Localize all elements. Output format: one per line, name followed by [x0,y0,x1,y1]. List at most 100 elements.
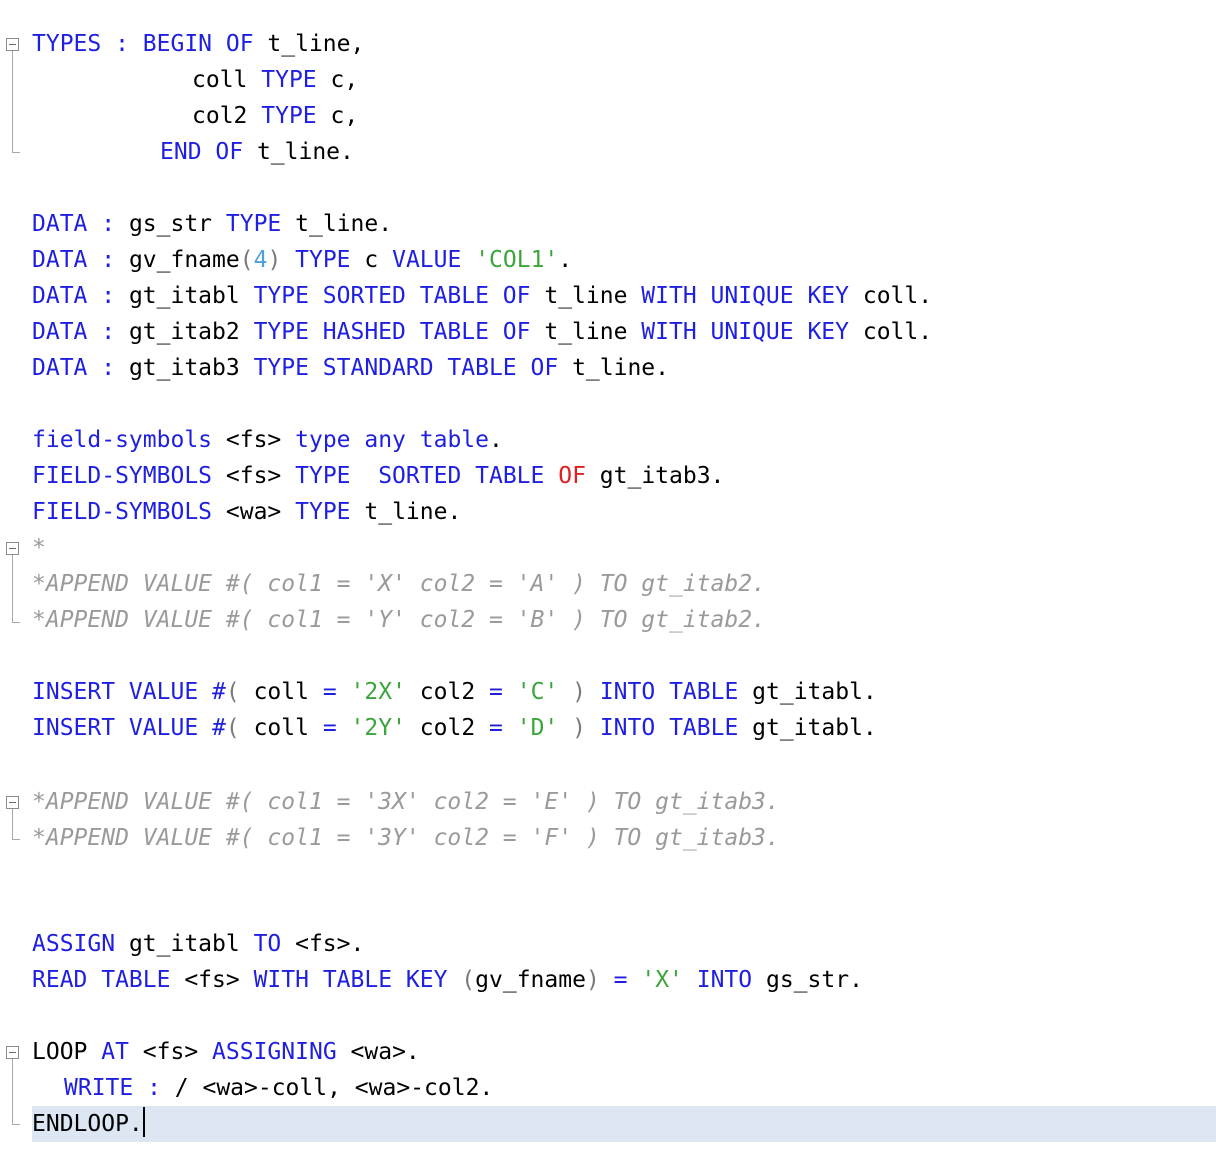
code-line: col2 TYPE c, [192,98,358,134]
fold-end-marker [12,152,20,153]
code-token: gt_itabl [128,283,254,309]
code-token: WRITE : [64,1075,175,1101]
code-token: gt_itabl. [752,679,877,705]
fold-toggle-icon[interactable] [6,542,19,555]
code-token: coll [253,679,323,705]
code-token: 'X' [641,967,697,993]
code-token: col2 [192,103,262,129]
code-token: type any table [295,427,489,453]
code-line: READ TABLE <fs> WITH TABLE KEY (gv_fname… [32,962,863,998]
code-token: VALUE [392,247,476,273]
code-token: . [558,247,573,273]
code-token: t_line. [572,355,669,381]
code-token: '2X' [350,679,420,705]
code-token: <fs>. [295,931,365,957]
code-token: = [322,715,351,741]
code-token: coll. [862,319,933,345]
code-line: WRITE : / <wa>-coll, <wa>-col2. [64,1070,493,1106]
code-token: READ TABLE [32,967,185,993]
code-token: t_line. [364,499,462,525]
code-token: TYPE HASHED TABLE OF [253,319,545,345]
current-code-line[interactable]: ENDLOOP. [32,1106,1216,1142]
code-token: AT [101,1039,143,1065]
code-token: LOOP [32,1039,102,1065]
code-line: * [32,530,46,566]
code-token: gs_str. [765,967,863,993]
fold-guide [12,51,13,152]
code-token: DATA : [32,319,129,345]
code-token: ) [585,967,614,993]
code-line: coll TYPE c, [192,62,358,98]
fold-end-marker [12,622,20,623]
code-token: TO [253,931,296,957]
code-token: gt_itab3 [128,355,254,381]
code-token: <fs> [184,967,254,993]
code-token: gv_fname [475,967,586,993]
code-line: field-symbols <fs> type any table. [32,422,503,458]
code-token: / <wa>-coll, <wa>-col2. [174,1075,494,1101]
code-line: DATA : gt_itab2 TYPE HASHED TABLE OF t_l… [32,314,932,350]
fold-toggle-icon[interactable] [6,796,19,809]
fold-toggle-icon[interactable] [6,38,19,51]
code-token: TYPE STANDARD TABLE OF [253,355,573,381]
code-token: ) [572,679,600,705]
code-token: ( [225,715,254,741]
code-token: t_line. [256,139,354,165]
code-line: *APPEND VALUE #( col1 = 'Y' col2 = 'B' )… [32,602,766,638]
code-token: DATA : [32,247,129,273]
code-token: INSERT VALUE # [32,679,226,705]
code-token: TYPE [261,67,331,93]
code-token: ) [267,247,296,273]
code-token: * [32,535,46,561]
code-token: INTO TABLE [599,715,753,741]
fold-end-marker [12,839,20,840]
code-token: coll. [862,283,933,309]
code-token: <wa>. [350,1039,420,1065]
code-token: *APPEND VALUE #( col1 = '3Y' col2 = 'F' … [32,825,780,851]
code-token: gt_itab3. [599,463,725,489]
fold-guide [12,809,13,839]
code-token: ASSIGNING [212,1039,351,1065]
code-token: gt_itab2 [128,319,254,345]
code-token: TYPE SORTED TABLE OF [253,283,545,309]
fold-guide [12,555,13,622]
code-line: FIELD-SYMBOLS <fs> TYPE SORTED TABLE OF … [32,458,724,494]
code-token: ( [239,247,254,273]
fold-guide [12,1059,13,1124]
code-line: DATA : gv_fname(4) TYPE c VALUE 'COL1'. [32,242,572,278]
code-token: END OF [160,139,257,165]
code-token: gt_itabl. [752,715,877,741]
code-token: <fs> [142,1039,213,1065]
code-token: col2 [419,715,490,741]
code-token: coll [253,715,323,741]
code-editor[interactable]: TYPES : BEGIN OF t_line, coll TYPE c, co… [0,0,1216,1150]
code-token: 'D' [516,715,573,741]
code-line: TYPES : BEGIN OF t_line, [32,26,364,62]
code-token: TYPE [225,211,296,237]
code-token: WITH UNIQUE KEY [641,283,863,309]
code-token: FIELD-SYMBOLS [32,499,226,525]
code-token: WITH UNIQUE KEY [641,319,863,345]
code-line: DATA : gt_itab3 TYPE STANDARD TABLE OF t… [32,350,669,386]
code-token: ( [225,679,254,705]
code-token: DATA : [32,355,129,381]
code-token: col2 [419,679,490,705]
code-token: DATA : [32,283,129,309]
code-token: FIELD-SYMBOLS [32,463,226,489]
code-token: field-symbols [32,427,226,453]
code-token: INTO [696,967,766,993]
code-line: *APPEND VALUE #( col1 = '3Y' col2 = 'F' … [32,820,780,856]
code-token: t_line, [267,31,365,57]
code-token: t_line [544,283,642,309]
fold-end-marker [12,1124,20,1125]
code-line: FIELD-SYMBOLS <wa> TYPE t_line. [32,494,461,530]
code-token: TYPE [295,499,365,525]
code-line: *APPEND VALUE #( col1 = '3X' col2 = 'E' … [32,784,780,820]
code-line: *APPEND VALUE #( col1 = 'X' col2 = 'A' )… [32,566,766,602]
code-token: = [489,715,517,741]
fold-toggle-icon[interactable] [6,1046,19,1059]
code-token: c [364,247,393,273]
code-token: ( [461,967,476,993]
code-token: gs_str [128,211,226,237]
code-token: INSERT VALUE # [32,715,226,741]
